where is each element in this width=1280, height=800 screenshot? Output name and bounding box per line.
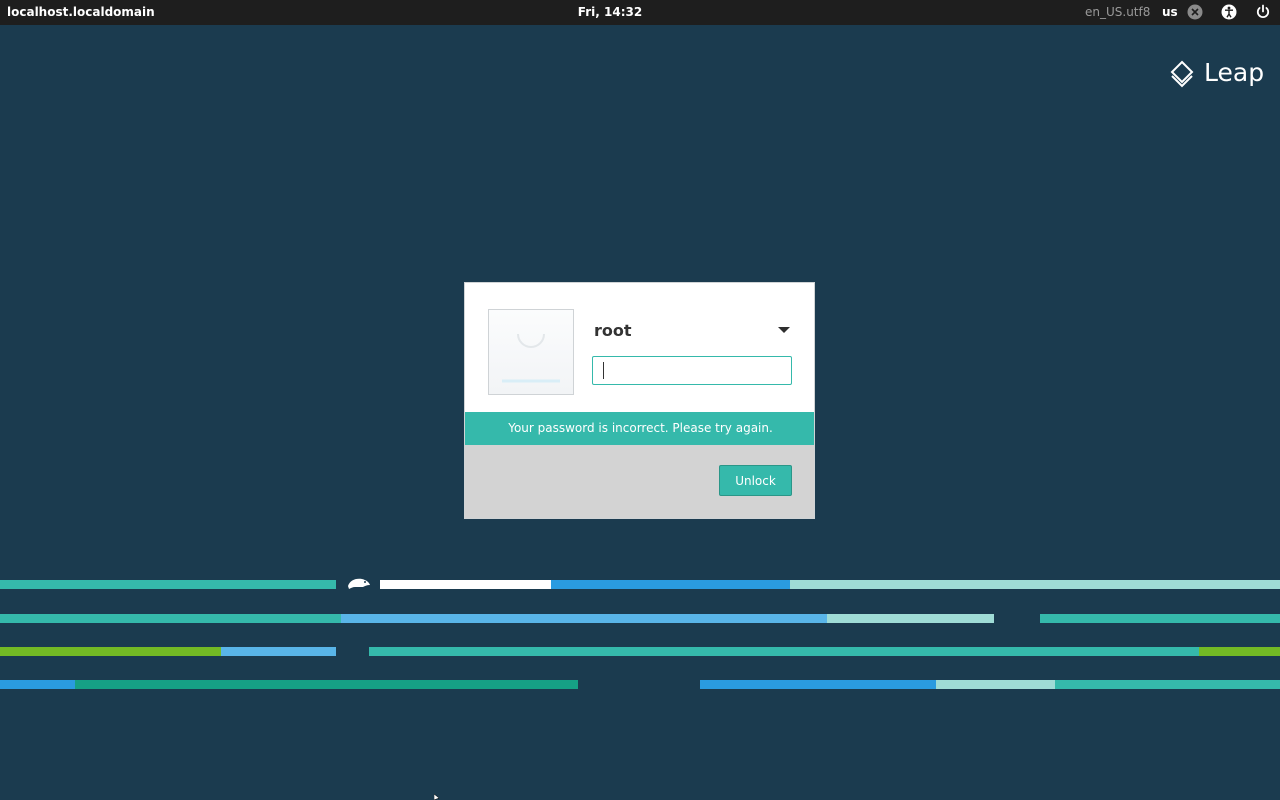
avatar (488, 309, 574, 395)
chameleon-icon (348, 578, 370, 589)
password-input[interactable] (592, 356, 792, 385)
stripe (341, 614, 827, 623)
leap-logo-icon (1170, 60, 1194, 92)
stripe (369, 647, 1199, 656)
user-dropdown-icon[interactable] (778, 327, 790, 333)
stripe (790, 580, 1280, 589)
stripe (380, 580, 551, 589)
power-icon[interactable] (1255, 4, 1271, 23)
stripe (75, 680, 578, 689)
dialog-footer: Unlock (465, 445, 814, 518)
brand-text: Leap (1204, 58, 1265, 87)
stripe (1040, 614, 1280, 623)
stripe (551, 580, 790, 589)
unlock-dialog: root Your password is incorrect. Please … (464, 282, 815, 519)
stripe (221, 647, 336, 656)
stripe (1055, 680, 1280, 689)
top-bar: localhost.localdomain Fri, 14:32 en_US.u… (0, 0, 1280, 25)
text-caret (603, 362, 604, 379)
accessibility-icon[interactable] (1221, 4, 1237, 23)
stripe (0, 580, 336, 589)
xf-icon[interactable] (1187, 4, 1203, 23)
unlock-button[interactable]: Unlock (719, 465, 792, 496)
stripe (827, 614, 994, 623)
mouse-pointer-icon (434, 794, 440, 800)
stripe (0, 647, 221, 656)
brand-logo: Leap (1170, 58, 1270, 90)
stripe (936, 680, 1055, 689)
clock-label[interactable]: Fri, 14:32 (0, 5, 1220, 19)
locale-label[interactable]: en_US.utf8 (1085, 5, 1150, 19)
stripe (0, 614, 341, 623)
error-message: Your password is incorrect. Please try a… (465, 412, 814, 445)
stripe (700, 680, 936, 689)
user-avatar-icon (502, 333, 560, 383)
username-label: root (594, 321, 632, 340)
keyboard-layout-indicator[interactable]: us (1162, 5, 1178, 19)
stripe (0, 680, 75, 689)
stripe (1199, 647, 1280, 656)
